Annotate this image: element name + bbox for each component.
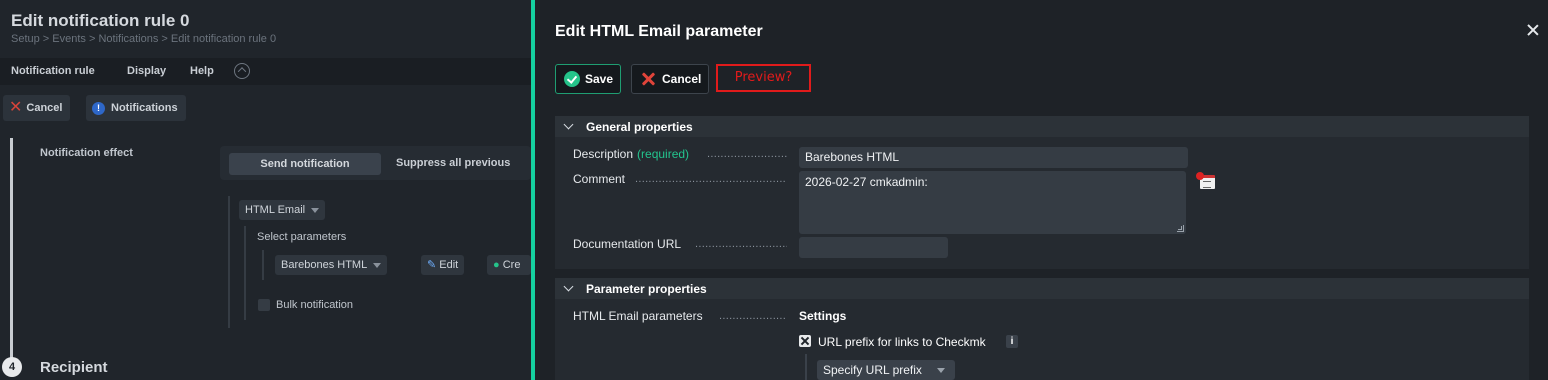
save-button[interactable]: Save [555, 64, 621, 94]
chevron-down-icon [563, 119, 574, 130]
panel-title: Edit HTML Email parameter [555, 23, 763, 40]
description-leader-dots: ................................ [707, 148, 787, 160]
bg-select-parameters-label: Select parameters [257, 231, 347, 243]
description-label-row: Description (required) [573, 147, 689, 161]
close-icon[interactable] [1525, 22, 1541, 38]
bg-menu-notification-rule[interactable]: Notification rule [11, 65, 95, 77]
bg-create-label: Cre [502, 259, 521, 271]
documentation-url-label: Documentation URL [573, 237, 682, 251]
required-badge: (required) [637, 147, 690, 161]
chevron-up-icon[interactable] [234, 63, 250, 79]
caret-down-icon [937, 368, 945, 373]
general-properties-header[interactable]: General properties [555, 116, 1529, 137]
edit-parameter-panel: Edit HTML Email parameter Save Cancel Pr… [535, 0, 1548, 380]
caret-down-icon [311, 207, 320, 213]
bg-parameter-value: Barebones HTML [281, 259, 368, 271]
comment-value: 2026-02-27 cmkadmin: [805, 175, 928, 189]
bg-menu-help[interactable]: Help [190, 65, 214, 77]
bg-notifications-label: Notifications [111, 102, 178, 114]
bg-method-select[interactable]: HTML Email [239, 200, 326, 220]
bg-edit-button[interactable]: ✎ Edit [421, 255, 465, 275]
bg-guide-line-inner [244, 226, 246, 320]
x-icon: ✕ [9, 99, 23, 116]
url-prefix-label: URL prefix for links to Checkmk [818, 335, 986, 349]
bg-guide-line [228, 196, 230, 328]
bg-bulk-checkbox[interactable] [258, 299, 270, 311]
url-prefix-dropdown-value: Specify URL prefix [823, 363, 922, 377]
preview-button[interactable]: Preview? [716, 64, 811, 92]
html-params-leader-dots: .......................... [719, 310, 787, 322]
cancel-button[interactable]: Cancel [631, 64, 709, 94]
cancel-label: Cancel [662, 72, 702, 86]
parameter-properties-section: Parameter properties HTML Email paramete… [555, 278, 1529, 380]
url-prefix-guide-line [805, 354, 807, 380]
documentation-leader-dots: .................................... [695, 238, 787, 250]
comment-leader-dots: ........................................… [635, 173, 787, 185]
resize-handle-icon[interactable] [1177, 225, 1184, 232]
save-label: Save [585, 72, 614, 86]
bg-send-notification-option[interactable]: Send notification [229, 153, 381, 175]
parameter-properties-header[interactable]: Parameter properties [555, 278, 1529, 299]
description-label: Description [573, 147, 634, 161]
bg-cancel-button[interactable]: ✕ Cancel [3, 95, 71, 121]
bg-method-value: HTML Email [245, 204, 306, 216]
bg-page-title: Edit notification rule 0 [11, 11, 190, 30]
url-prefix-checkbox[interactable] [799, 335, 811, 347]
bg-step-line [10, 138, 13, 363]
parameter-properties-title: Parameter properties [586, 281, 707, 296]
general-properties-section: General properties Description (required)… [555, 116, 1529, 269]
bg-step-number: 4 [2, 357, 22, 377]
x-icon [640, 71, 656, 87]
bg-create-button[interactable]: ● Cre [487, 255, 531, 275]
description-input[interactable]: Barebones HTML [799, 147, 1188, 168]
documentation-url-input[interactable] [799, 237, 948, 258]
calendar-clock-icon[interactable] [1196, 172, 1215, 189]
chevron-down-icon [563, 281, 574, 292]
caret-down-icon [373, 262, 382, 268]
html-email-parameters-label: HTML Email parameters [573, 309, 703, 323]
bg-suppress-option[interactable]: Suppress all previous [396, 157, 510, 169]
comment-label: Comment [573, 172, 626, 186]
notification-icon: ! [92, 101, 105, 115]
comment-textarea[interactable]: 2026-02-27 cmkadmin: [799, 171, 1186, 234]
url-prefix-dropdown[interactable]: Specify URL prefix [817, 360, 955, 380]
bg-parameter-select[interactable]: Barebones HTML [275, 255, 388, 275]
bg-recipient-heading: Recipient [40, 359, 108, 376]
bg-menu-display[interactable]: Display [127, 65, 166, 77]
bg-guide-line-param [262, 250, 264, 280]
background-page: Edit notification rule 0 Setup > Events … [0, 0, 531, 380]
general-properties-title: General properties [586, 119, 693, 134]
check-circle-icon [564, 71, 580, 87]
bg-notification-effect-label: Notification effect [40, 147, 133, 159]
bg-edit-label: Edit [439, 259, 459, 271]
bg-notifications-button[interactable]: ! Notifications [86, 95, 186, 121]
bg-bulk-label: Bulk notification [276, 299, 354, 311]
bg-breadcrumb: Setup > Events > Notifications > Edit no… [11, 33, 277, 45]
settings-label: Settings [799, 309, 847, 323]
pencil-icon: ✎ [427, 259, 437, 271]
bg-cancel-label: Cancel [26, 102, 63, 114]
info-icon[interactable]: i [1006, 335, 1018, 348]
plus-circle-icon: ● [493, 259, 500, 271]
